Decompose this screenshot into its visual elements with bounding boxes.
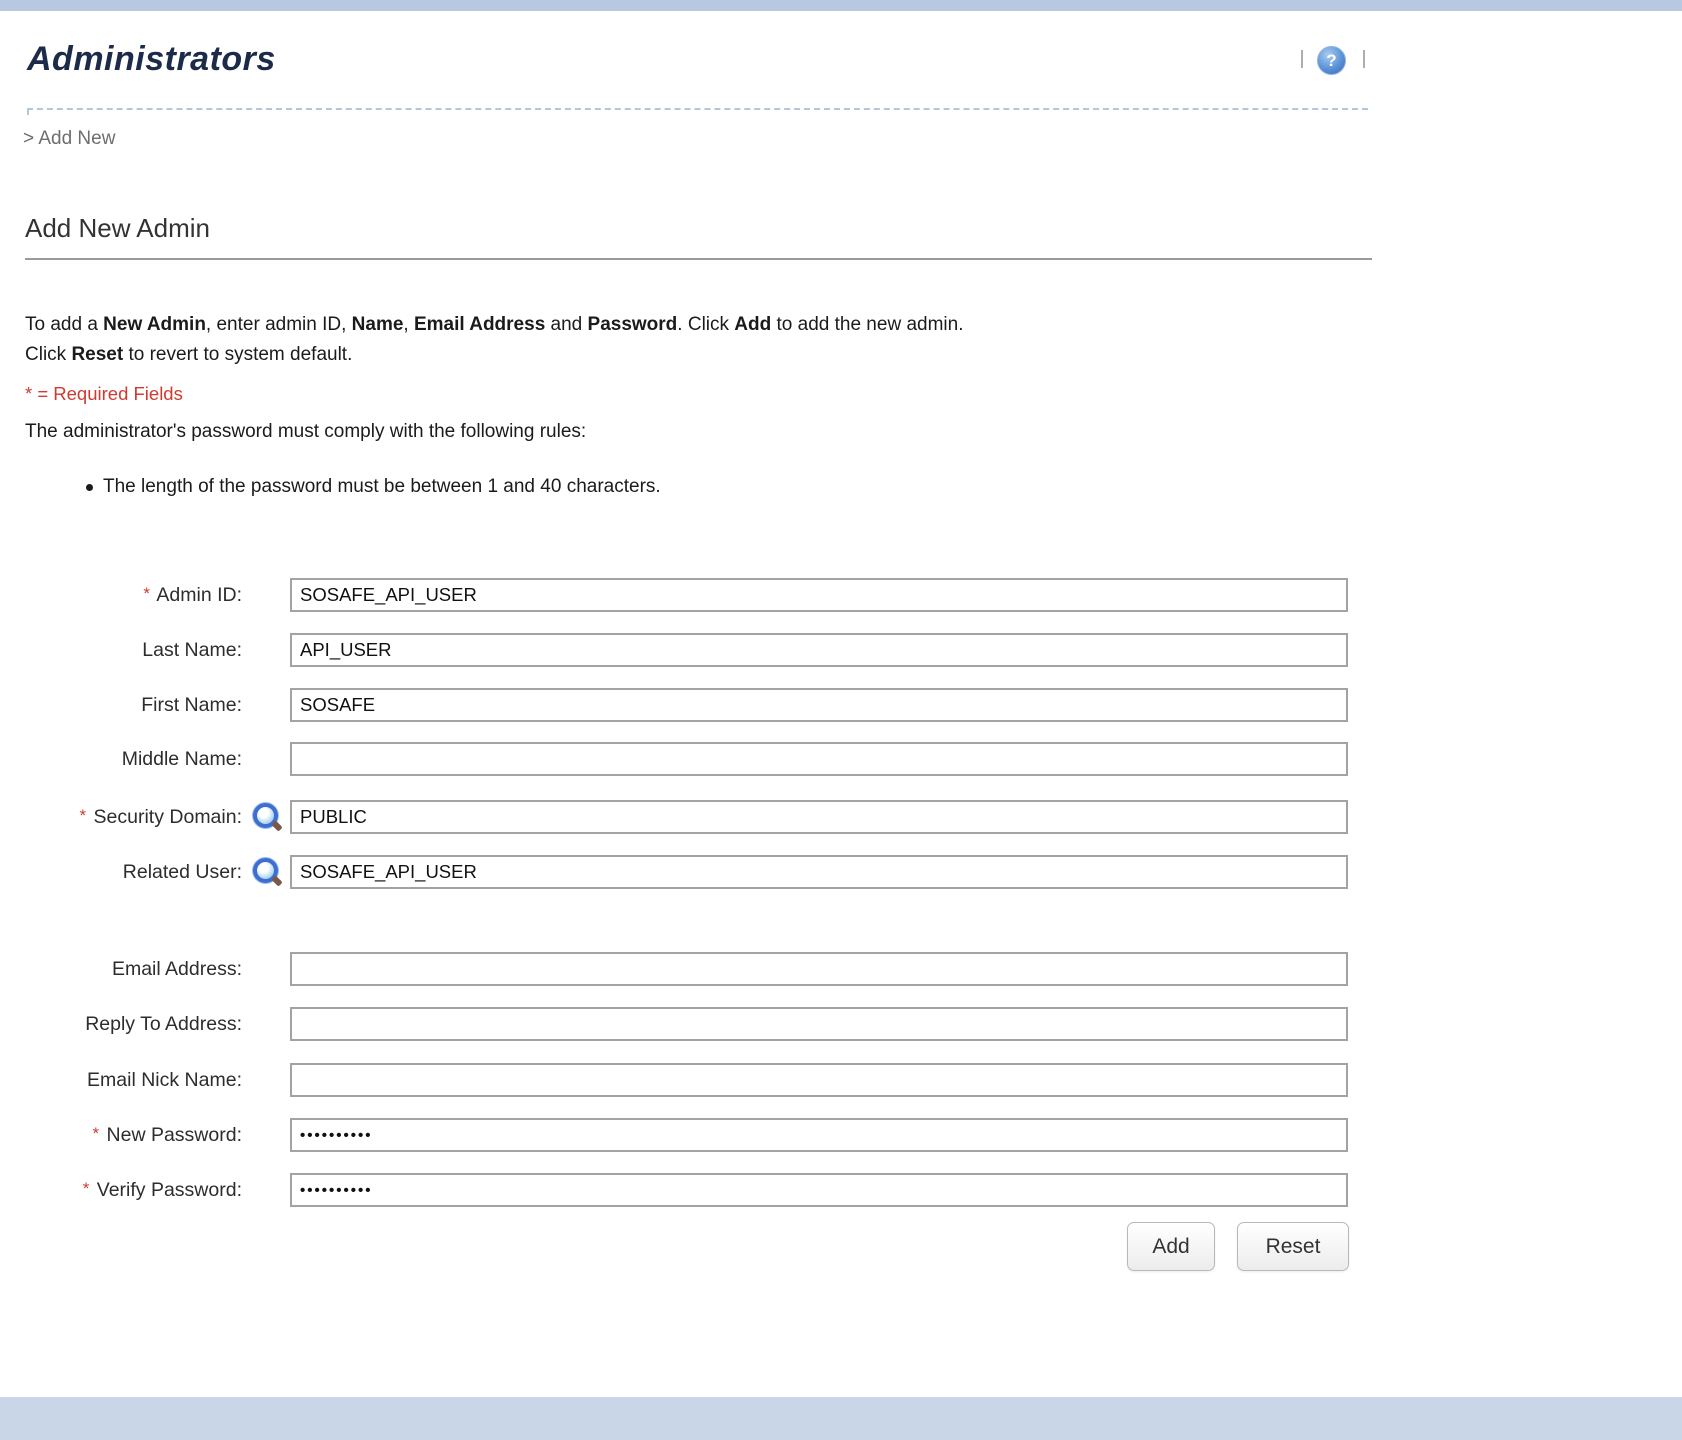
page-title: Administrators [27, 40, 276, 79]
required-fields-note: * = Required Fields [25, 383, 183, 405]
icon-slot [242, 742, 290, 776]
header-separator [1301, 50, 1303, 68]
help-icon[interactable]: ? [1317, 46, 1346, 75]
related-user-lookup-icon[interactable] [253, 858, 280, 886]
form-row-verify-password: * Verify Password: [0, 1173, 1348, 1207]
magnifier-handle [271, 875, 282, 886]
breadcrumb: > Add New [23, 128, 115, 150]
form-row-related-user: Related User: [0, 855, 1348, 889]
bottom-accent-bar [0, 1397, 1682, 1440]
help-glyph: ? [1326, 51, 1336, 71]
intro-line-2: Click Reset to revert to system default. [25, 344, 352, 366]
field-label: * Admin ID: [0, 584, 242, 607]
middle-name-input[interactable] [290, 742, 1348, 776]
icon-slot [242, 800, 290, 834]
field-label: Reply To Address: [0, 1013, 242, 1036]
form-row-new-password: * New Password: [0, 1118, 1348, 1152]
password-rules-intro: The administrator's password must comply… [25, 421, 586, 443]
administrators-page: Administrators ? > Add New Add New Admin… [0, 0, 1682, 1440]
section-heading: Add New Admin [25, 213, 210, 244]
top-accent-bar [0, 0, 1682, 11]
field-label: Email Nick Name: [0, 1069, 242, 1092]
first-name-input[interactable] [290, 688, 1348, 722]
required-asterisk: * [92, 1124, 99, 1143]
password-rule-item: The length of the password must be betwe… [103, 476, 661, 498]
add-button[interactable]: Add [1127, 1222, 1215, 1271]
heading-rule [25, 258, 1372, 260]
field-label: Related User: [0, 861, 242, 884]
reset-button[interactable]: Reset [1237, 1222, 1349, 1271]
form-row-last-name: Last Name: [0, 633, 1348, 667]
admin-id-input[interactable] [290, 578, 1348, 612]
field-label: Email Address: [0, 958, 242, 981]
security-domain-input[interactable] [290, 800, 1348, 834]
form-row-reply-to-address: Reply To Address: [0, 1007, 1348, 1041]
intro-line-1: To add a New Admin, enter admin ID, Name… [25, 314, 963, 336]
icon-slot [242, 1063, 290, 1097]
last-name-input[interactable] [290, 633, 1348, 667]
field-label: Middle Name: [0, 748, 242, 771]
dashed-divider-tick [27, 108, 29, 115]
dashed-divider [27, 108, 1368, 110]
icon-slot [242, 578, 290, 612]
required-asterisk: * [83, 1179, 90, 1198]
email-nick-name-input[interactable] [290, 1063, 1348, 1097]
icon-slot [242, 952, 290, 986]
reply-to-address-input[interactable] [290, 1007, 1348, 1041]
form-row-email-address: Email Address: [0, 952, 1348, 986]
field-label: * New Password: [0, 1124, 242, 1147]
field-label: Last Name: [0, 639, 242, 662]
field-label: * Verify Password: [0, 1179, 242, 1202]
security-domain-lookup-icon[interactable] [253, 803, 280, 831]
icon-slot [242, 1173, 290, 1207]
icon-slot [242, 855, 290, 889]
email-address-input[interactable] [290, 952, 1348, 986]
icon-slot [242, 688, 290, 722]
required-asterisk: * [79, 806, 86, 825]
form-row-email-nick-name: Email Nick Name: [0, 1063, 1348, 1097]
field-label: * Security Domain: [0, 806, 242, 829]
form-row-security-domain: * Security Domain: [0, 800, 1348, 834]
bullet-icon [86, 484, 93, 491]
new-password-input[interactable] [290, 1118, 1348, 1152]
icon-slot [242, 1007, 290, 1041]
form-row-first-name: First Name: [0, 688, 1348, 722]
field-label: First Name: [0, 694, 242, 717]
header-separator [1363, 50, 1365, 68]
icon-slot [242, 1118, 290, 1152]
magnifier-handle [271, 820, 282, 831]
verify-password-input[interactable] [290, 1173, 1348, 1207]
related-user-input[interactable] [290, 855, 1348, 889]
form-row-middle-name: Middle Name: [0, 742, 1348, 776]
icon-slot [242, 633, 290, 667]
form-row-admin-id: * Admin ID: [0, 578, 1348, 612]
required-asterisk: * [143, 584, 150, 603]
